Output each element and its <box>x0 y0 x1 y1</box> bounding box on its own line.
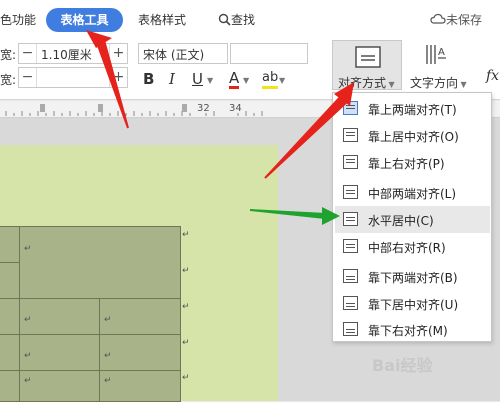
watermark: Bai经验 <box>372 356 433 375</box>
red-arrow-to-alignment <box>264 82 354 179</box>
annotation-arrows <box>86 30 354 225</box>
green-arrow-to-center <box>249 207 340 225</box>
red-arrow-to-tab <box>86 30 129 129</box>
